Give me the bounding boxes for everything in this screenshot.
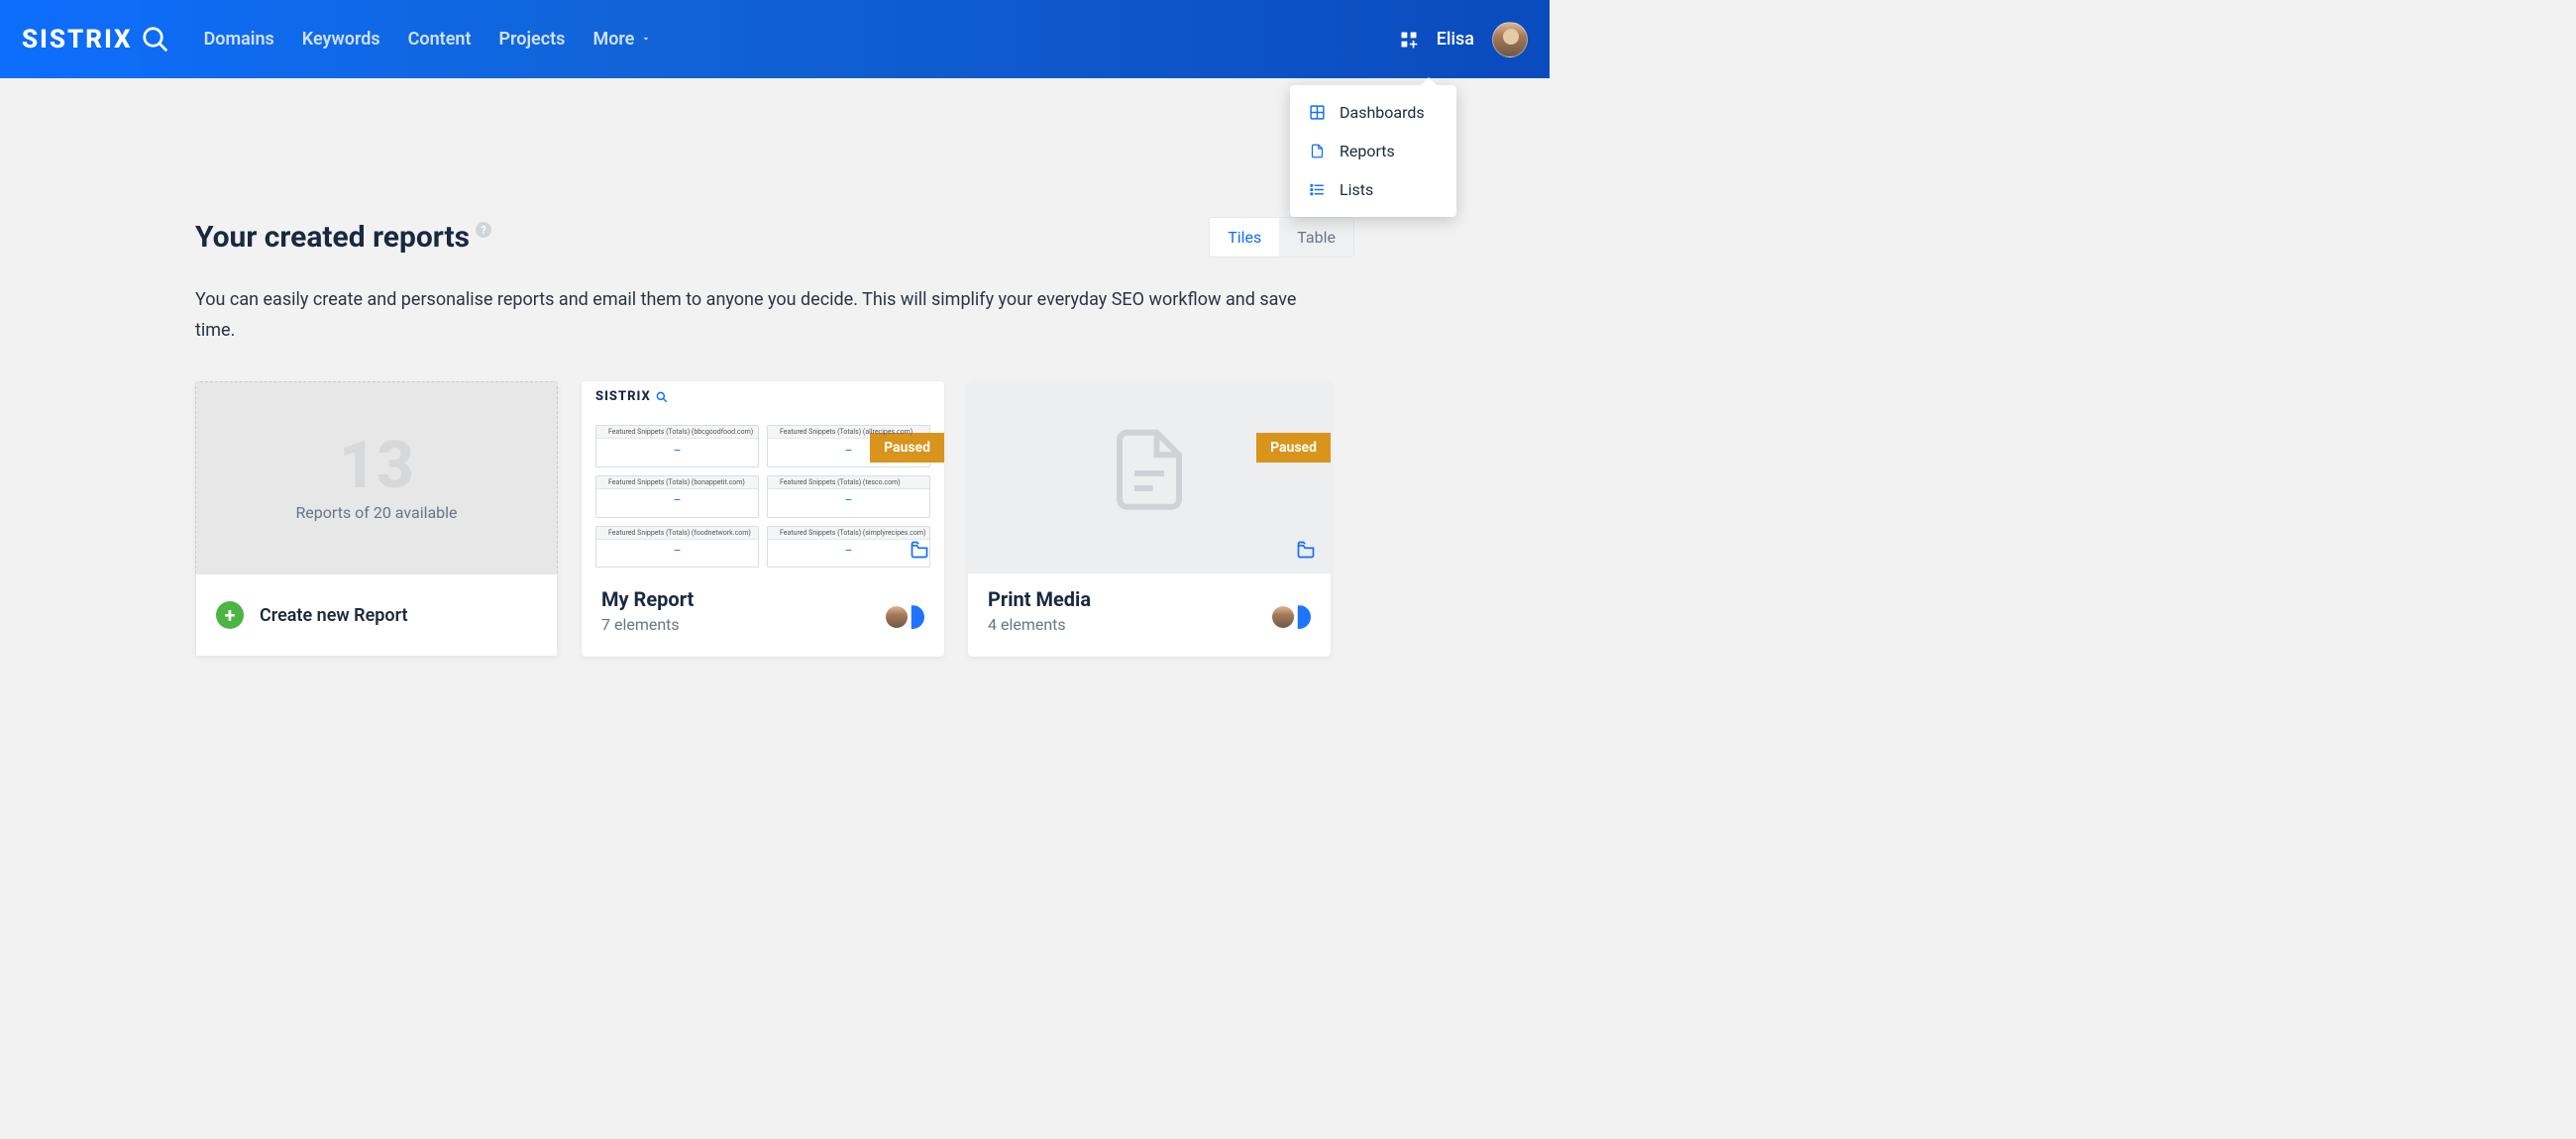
- main-container: Your created reports ? Tiles Table You c…: [195, 78, 1354, 696]
- logo-text: SISTRIX: [22, 25, 133, 54]
- dropdown-reports[interactable]: Reports: [1290, 132, 1456, 170]
- card-body: Print Media 4 elements: [968, 573, 1331, 652]
- apps-icon[interactable]: [1399, 30, 1419, 50]
- dropdown-dashboards[interactable]: Dashboards: [1290, 93, 1456, 132]
- nav-keywords[interactable]: Keywords: [302, 29, 380, 50]
- nav-content[interactable]: Content: [408, 29, 472, 50]
- help-icon[interactable]: ?: [476, 222, 491, 238]
- folder-icon[interactable]: [909, 540, 930, 564]
- dropdown-label: Dashboards: [1340, 103, 1425, 122]
- grid-icon: [1308, 104, 1326, 121]
- list-icon: [1308, 181, 1326, 198]
- logo[interactable]: SISTRIX: [22, 25, 170, 54]
- card-body: My Report 7 elements: [582, 573, 944, 652]
- create-card-stats: 13 Reports of 20 available: [195, 381, 558, 573]
- report-elements: 7 elements: [601, 615, 886, 634]
- page-description: You can easily create and personalise re…: [195, 285, 1335, 346]
- report-card[interactable]: Paused Print Media 4 elements: [968, 381, 1331, 657]
- nav-more-label: More: [592, 29, 634, 50]
- page-title-text: Your created reports: [195, 220, 470, 255]
- plus-icon: +: [216, 601, 244, 629]
- page-title: Your created reports ?: [195, 220, 491, 255]
- reports-count: 13: [339, 434, 414, 499]
- view-tab-tiles[interactable]: Tiles: [1210, 218, 1279, 257]
- report-title: My Report: [601, 587, 886, 611]
- document-icon: [1105, 415, 1194, 528]
- reports-grid: 13 Reports of 20 available + Create new …: [195, 381, 1354, 657]
- apps-dropdown: Dashboards Reports Lists: [1290, 85, 1456, 217]
- create-report-card: 13 Reports of 20 available + Create new …: [195, 381, 558, 657]
- report-preview: SISTRIX Featured Snippets (Totals) (bbcg…: [582, 381, 944, 573]
- status-badge: Paused: [870, 433, 944, 463]
- folder-icon[interactable]: [1295, 540, 1317, 564]
- view-toggle: Tiles Table: [1209, 217, 1354, 258]
- report-preview: Paused: [968, 381, 1331, 573]
- owner-avatar: [886, 605, 924, 629]
- view-tab-table[interactable]: Table: [1279, 218, 1353, 257]
- page-header-row: Your created reports ? Tiles Table: [195, 217, 1354, 258]
- search-icon: [141, 25, 170, 54]
- report-title: Print Media: [988, 587, 1272, 611]
- report-elements: 4 elements: [988, 615, 1272, 634]
- main-nav: Domains Keywords Content Projects More: [204, 29, 653, 50]
- file-icon: [1308, 143, 1326, 159]
- user-name[interactable]: Elisa: [1437, 29, 1474, 50]
- owner-avatar: [1272, 605, 1311, 629]
- app-header: SISTRIX Domains Keywords Content Project…: [0, 0, 1550, 78]
- chevron-down-icon: [640, 29, 652, 50]
- status-badge: Paused: [1256, 433, 1331, 463]
- preview-logo: SISTRIX: [595, 389, 669, 404]
- dropdown-lists[interactable]: Lists: [1290, 170, 1456, 209]
- dropdown-label: Lists: [1340, 180, 1373, 199]
- create-report-button[interactable]: + Create new Report: [195, 573, 558, 657]
- create-report-label: Create new Report: [260, 605, 408, 626]
- avatar[interactable]: [1492, 22, 1528, 57]
- nav-domains[interactable]: Domains: [204, 29, 274, 50]
- dropdown-label: Reports: [1340, 142, 1395, 160]
- nav-more[interactable]: More: [592, 29, 652, 50]
- report-card[interactable]: SISTRIX Featured Snippets (Totals) (bbcg…: [582, 381, 944, 657]
- header-right: Elisa Dashboards Reports: [1399, 22, 1528, 57]
- reports-available: Reports of 20 available: [295, 503, 457, 522]
- nav-projects[interactable]: Projects: [499, 29, 566, 50]
